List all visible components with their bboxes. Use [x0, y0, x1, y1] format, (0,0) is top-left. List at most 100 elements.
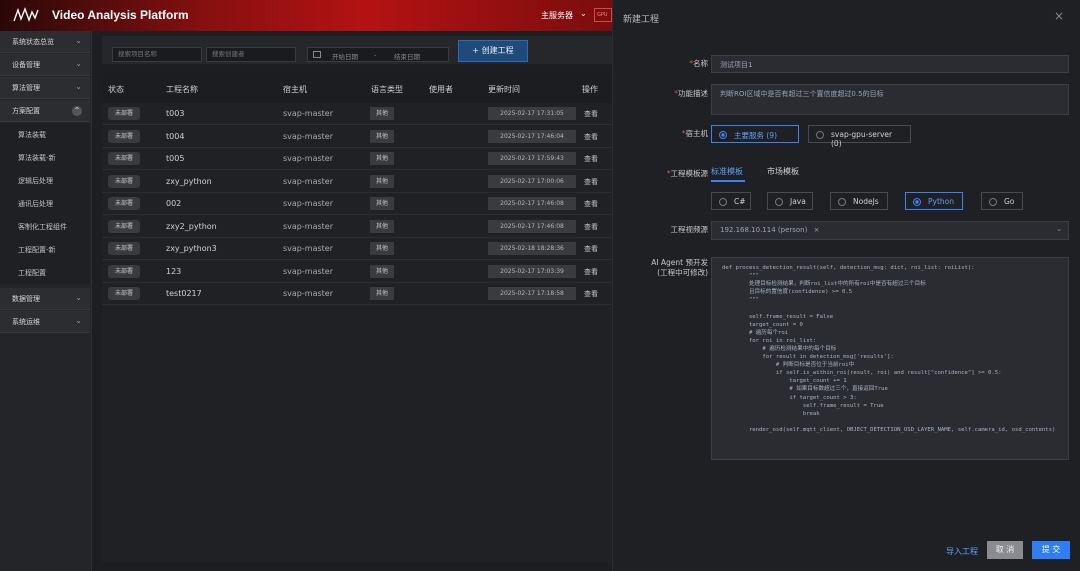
cancel-button[interactable]: 取 消	[987, 541, 1023, 559]
date-separator: -	[374, 51, 377, 59]
status-badge: 未部署	[108, 107, 140, 120]
name-label: *名称	[689, 59, 708, 68]
project-name-search-input[interactable]	[112, 47, 202, 62]
name-field[interactable]: 测试项目1	[711, 55, 1069, 73]
chevron-down-icon: ⌄	[75, 59, 82, 68]
status-badge: 未部署	[108, 197, 140, 210]
status-badge: 未部署	[108, 219, 140, 233]
sidebar-subitem-label: 算法装载-新	[18, 154, 56, 162]
filter-bar: 开始日期 - 结束日期	[102, 36, 612, 64]
logo-icon	[13, 7, 39, 23]
language-badge: 其他	[370, 174, 394, 188]
view-link[interactable]: 查看	[584, 222, 598, 232]
tab-standard-template[interactable]: 标准模板	[711, 166, 743, 177]
video-source-tag: 192.168.10.114 (person)	[720, 226, 808, 234]
view-link[interactable]: 查看	[584, 154, 598, 164]
sidebar-item-devices[interactable]: 设备管理 ⌄	[0, 54, 90, 76]
host-name: svap-master	[283, 154, 333, 163]
chevron-down-icon[interactable]: ⌄	[1056, 225, 1062, 233]
host-select[interactable]: 主服务器	[541, 10, 573, 21]
sidebar-subitem-comm-postprocess[interactable]: 通讯后处理	[0, 192, 90, 215]
table-row: 未部署 t003 svap-master 其他 2025-02-17 17:31:05 查…	[102, 103, 612, 125]
sidebar-item-ops[interactable]: 系统运维 ⌄	[0, 311, 90, 333]
view-link[interactable]: 查看	[584, 244, 598, 254]
updated-time: 2025-02-17 17:18:58	[488, 287, 576, 300]
create-project-button[interactable]: + 创建工程	[458, 40, 528, 62]
new-project-dialog: 新建工程 × *名称 测试项目1 *功能描述 判断ROI区域中是否有超过三个置信…	[612, 0, 1080, 571]
header-status: 状态	[108, 85, 124, 94]
tab-underline	[711, 180, 745, 182]
lang-option-nodejs[interactable]: NodeJs	[830, 192, 888, 210]
sidebar-item-system-overview[interactable]: 系统状态总览 ⌄	[0, 31, 90, 53]
host-name: svap-master	[283, 289, 333, 298]
lang-option-python[interactable]: Python	[905, 192, 963, 210]
host-option-gpu[interactable]: svap-gpu-server (0)	[808, 125, 911, 148]
close-icon[interactable]: ×	[1054, 9, 1064, 23]
view-link[interactable]: 查看	[584, 199, 598, 209]
end-date: 结束日期	[394, 53, 420, 61]
project-name: 002	[166, 199, 182, 208]
desc-label: *功能描述	[674, 89, 708, 98]
language-badge: 其他	[370, 242, 394, 255]
chevron-down-icon: ⌄	[75, 293, 82, 302]
project-name: t005	[166, 154, 185, 163]
import-project-link[interactable]: 导入工程	[946, 546, 978, 557]
sidebar-subitem-label: 算法装载	[18, 131, 46, 139]
sidebar-subitem-project-config[interactable]: 工程配置	[0, 261, 90, 284]
sidebar-subitem-algorithm-load[interactable]: 算法装载	[0, 123, 90, 146]
date-range-picker[interactable]: 开始日期 - 结束日期	[307, 47, 449, 62]
view-link[interactable]: 查看	[584, 109, 598, 119]
table-row: 未部署 t005 svap-master 其他 2025-02-17 17:59:43 查…	[102, 148, 612, 170]
lang-option-java[interactable]: Java	[767, 192, 813, 210]
status-badge: 未部署	[108, 287, 140, 300]
chevron-down-icon: ⌄	[75, 82, 82, 91]
tab-market-template[interactable]: 市场模板	[767, 166, 799, 177]
sidebar: 系统状态总览 ⌄ 设备管理 ⌄ 算法管理 ⌄ 方案配置 ^ 算法装载 算法装载-…	[0, 31, 92, 571]
video-source-select[interactable]: 192.168.10.114 (person) × ⌄	[711, 221, 1069, 240]
lang-option-csharp[interactable]: C#	[711, 192, 751, 210]
table-row: 未部署 123 svap-master 其他 2025-02-17 17:03:39 查看	[102, 261, 612, 283]
language-badge: 其他	[370, 152, 394, 165]
view-link[interactable]: 查看	[584, 289, 598, 299]
gpu-tag[interactable]: GPU	[594, 8, 612, 22]
sidebar-item-algorithms[interactable]: 算法管理 ⌄	[0, 77, 90, 99]
view-link[interactable]: 查看	[584, 132, 598, 142]
creator-search-input[interactable]	[206, 47, 296, 62]
sidebar-subitem-label: 工程配置	[18, 269, 46, 277]
status-badge: 未部署	[108, 152, 140, 165]
updated-time: 2025-02-17 17:46:08	[488, 197, 576, 210]
sidebar-subitem-label: 工程配置-新	[18, 246, 56, 254]
sidebar-subitem-logic-postprocess[interactable]: 逻辑后处理	[0, 169, 90, 192]
submit-button[interactable]: 提 交	[1032, 541, 1070, 559]
sidebar-item-solution-config[interactable]: 方案配置 ^	[0, 100, 90, 122]
chevron-down-icon: ⌄	[75, 316, 82, 325]
header-lang: 语言类型	[371, 85, 403, 94]
table-row: 未部署 zxy_python3 svap-master 其他 2025-02-18 18…	[102, 238, 612, 260]
language-badge: 其他	[370, 287, 394, 300]
host-name: svap-master	[283, 109, 333, 118]
chevron-down-icon[interactable]: ⌄	[580, 9, 587, 18]
language-badge: 其他	[370, 219, 394, 233]
lang-option-go[interactable]: Go	[981, 192, 1023, 210]
start-date: 开始日期	[332, 53, 358, 61]
radio-selected-icon	[913, 198, 921, 206]
projects-table: 状态 工程名称 宿主机 语言类型 使用者 更新时间 操作 未部署 t003 svap…	[102, 73, 612, 563]
sidebar-subitem-custom-components[interactable]: 客制化工程组件	[0, 215, 90, 238]
tag-remove-icon[interactable]: ×	[814, 226, 820, 234]
sidebar-subitem-label: 通讯后处理	[18, 200, 53, 208]
sidebar-item-label: 设备管理	[12, 61, 40, 69]
sidebar-subitem-project-config-new[interactable]: 工程配置-新	[0, 238, 90, 261]
project-name: zxy_python3	[166, 244, 217, 253]
desc-field[interactable]: 判断ROI区域中是否有超过三个置信度超过0.5的目标	[711, 84, 1069, 115]
sidebar-subitem-algorithm-load-new[interactable]: 算法装载-新	[0, 146, 90, 169]
view-link[interactable]: 查看	[584, 177, 598, 187]
language-badge: 其他	[370, 264, 394, 278]
table-row: 未部署 t004 svap-master 其他 2025-02-17 17:46:04 查…	[102, 126, 612, 148]
host-name: svap-master	[283, 244, 333, 253]
sidebar-item-data[interactable]: 数据管理 ⌄	[0, 288, 90, 310]
table-row: 未部署 zxy_python svap-master 其他 2025-02-17 17:…	[102, 171, 612, 193]
host-option-main[interactable]: 主要服务 (9)	[711, 125, 799, 143]
code-editor[interactable]: def process_detection_result(self, detec…	[711, 257, 1069, 460]
view-link[interactable]: 查看	[584, 267, 598, 277]
chevron-up-icon: ^	[72, 106, 82, 116]
